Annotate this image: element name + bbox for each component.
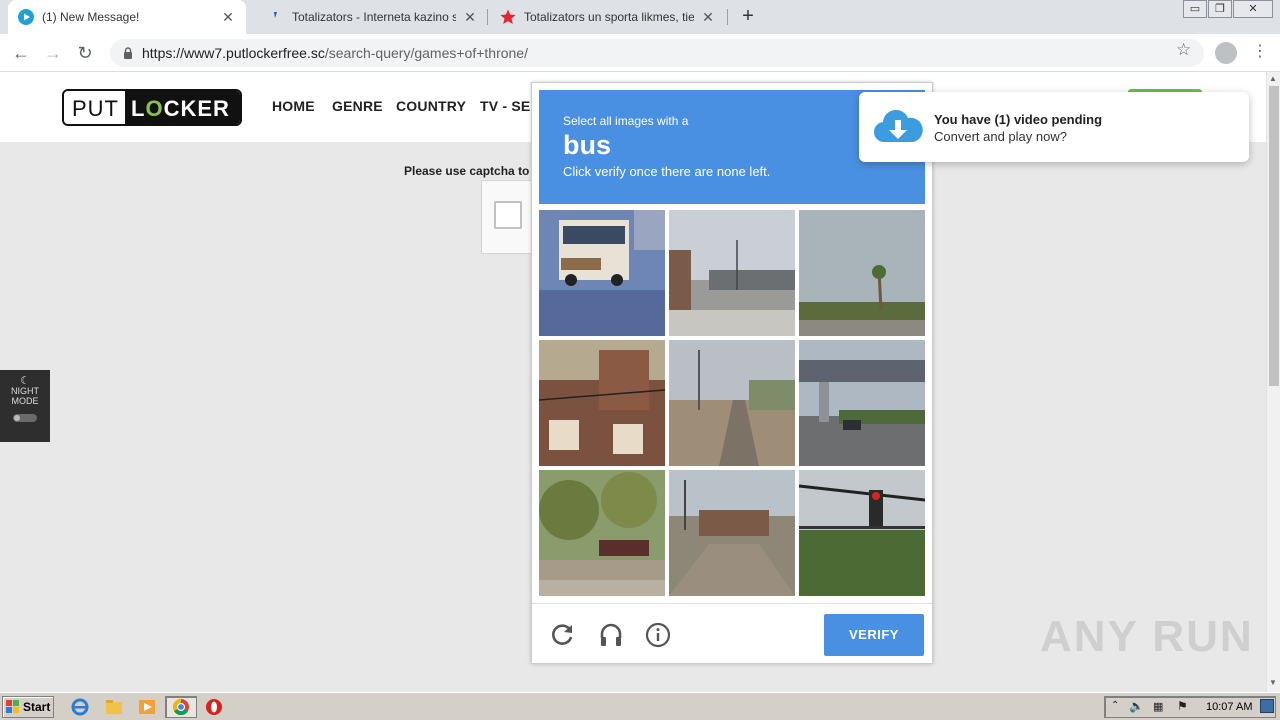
url-host: https://www7.putlockerfree.sc [142, 45, 325, 61]
folder-icon[interactable] [104, 697, 124, 717]
restore-button[interactable]: ❐ [1208, 0, 1232, 18]
windows-taskbar: Start ⌃ 🔈 ▦ ⚑ 10:07 AM [0, 692, 1280, 720]
reload-button[interactable]: ↻ [72, 40, 98, 66]
taskbar-clock: 10:07 AM [1206, 701, 1253, 713]
star-icon [500, 9, 516, 25]
image-tile[interactable] [799, 470, 925, 596]
tab-new-message[interactable]: (1) New Message! ✕ [8, 0, 246, 34]
nav-home[interactable]: HOME [272, 98, 315, 114]
tab-totalizators-sports[interactable]: Totalizators un sporta likmes, tiešraide… [490, 0, 726, 34]
moon-icon: ☾ [20, 375, 30, 387]
night-mode-panel: ☾ NIGHT MODE [0, 370, 50, 442]
tab-title: Totalizators - Interneta kazino spēles [292, 10, 456, 24]
scroll-thumb[interactable] [1269, 86, 1279, 386]
chrome-taskbar-button[interactable] [165, 696, 197, 718]
notification-title: You have (1) video pending [934, 112, 1103, 127]
captcha-challenge: Select all images with a bus Click verif… [531, 82, 933, 664]
verify-button[interactable]: VERIFY [824, 614, 924, 656]
windows-logo-icon [6, 700, 19, 713]
internet-explorer-icon[interactable] [70, 697, 90, 717]
media-player-icon[interactable] [137, 697, 157, 717]
notification-subtitle: Convert and play now? [934, 129, 1067, 144]
network-icon[interactable]: ▦ [1153, 700, 1163, 713]
image-grid [539, 210, 929, 600]
show-desktop-button[interactable] [1260, 699, 1274, 713]
back-button[interactable]: ← [8, 40, 34, 66]
image-tile[interactable] [669, 340, 795, 466]
image-tile[interactable] [799, 210, 925, 336]
nav-genre[interactable]: GENRE [332, 98, 383, 114]
start-button[interactable]: Start [2, 696, 54, 718]
challenge-footer: VERIFY [532, 603, 932, 663]
close-icon[interactable]: ✕ [220, 9, 236, 26]
tab-title: (1) New Message! [42, 10, 140, 24]
browser-toolbar: ← → ↻ https://www7.putlockerfree.sc/sear… [0, 34, 1280, 72]
scroll-up-icon[interactable]: ▲ [1269, 74, 1277, 83]
image-tile[interactable] [669, 210, 795, 336]
page-scrollbar[interactable]: ▲ ▼ [1266, 72, 1280, 692]
site-logo[interactable]: PUT LOCKER [62, 89, 242, 126]
night-mode-toggle[interactable] [13, 414, 37, 422]
chrome-icon [172, 698, 189, 716]
close-icon[interactable]: ✕ [462, 9, 478, 26]
reload-icon[interactable] [550, 622, 576, 648]
volume-icon[interactable]: 🔈 [1129, 699, 1144, 713]
tab-strip: (1) New Message! ✕ Totalizators - Intern… [0, 0, 1280, 34]
play-icon [18, 9, 34, 25]
bookmark-star-icon[interactable]: ☆ [1176, 40, 1191, 60]
image-tile[interactable] [539, 340, 665, 466]
scroll-down-icon[interactable]: ▼ [1269, 678, 1277, 687]
flag-icon[interactable]: ⚑ [1177, 699, 1188, 713]
opera-icon[interactable] [204, 697, 224, 717]
profile-avatar[interactable] [1215, 42, 1237, 64]
headphones-icon[interactable] [598, 622, 624, 648]
url-path: /search-query/games+of+throne/ [324, 45, 528, 61]
tab-totalizators-casino[interactable]: Totalizators - Interneta kazino spēles ✕ [258, 0, 488, 34]
cloud-download-icon [873, 109, 923, 143]
minimize-button[interactable]: ▭ [1183, 0, 1207, 18]
image-tile[interactable] [799, 340, 925, 466]
image-tile[interactable] [669, 470, 795, 596]
challenge-instruction: Select all images with a [563, 114, 689, 128]
logo-locker-text: LOCKER [125, 91, 240, 124]
recaptcha-checkbox[interactable] [494, 201, 522, 229]
challenge-target: bus [563, 130, 612, 160]
window-close-button[interactable]: ✕ [1233, 0, 1273, 18]
image-tile[interactable] [539, 210, 665, 336]
mode-label: MODE [11, 396, 39, 406]
menu-icon[interactable]: ⋮ [1252, 41, 1268, 61]
close-icon[interactable]: ✕ [700, 9, 716, 26]
lock-icon [124, 47, 132, 59]
video-pending-notification[interactable]: You have (1) video pending Convert and p… [859, 92, 1249, 162]
image-tile[interactable] [539, 470, 665, 596]
challenge-hint: Click verify once there are none left. [563, 164, 771, 179]
nav-country[interactable]: COUNTRY [396, 98, 466, 114]
forward-button[interactable]: → [40, 40, 66, 66]
any-run-watermark: ANY RUN [1040, 612, 1254, 661]
tab-favicon-icon [268, 9, 284, 25]
start-label: Start [23, 700, 51, 714]
tab-title: Totalizators un sporta likmes, tiešraide… [524, 10, 694, 24]
night-label: NIGHT [11, 386, 39, 396]
new-tab-button[interactable]: + [736, 4, 760, 28]
page-content: PUT LOCKER HOME GENRE COUNTRY TV - SERIE… [0, 72, 1266, 692]
logo-put-text: PUT [64, 91, 125, 124]
info-icon[interactable] [645, 622, 671, 648]
tray-expand-icon[interactable]: ⌃ [1111, 700, 1119, 711]
address-bar[interactable]: https://www7.putlockerfree.sc/search-que… [110, 39, 1204, 67]
